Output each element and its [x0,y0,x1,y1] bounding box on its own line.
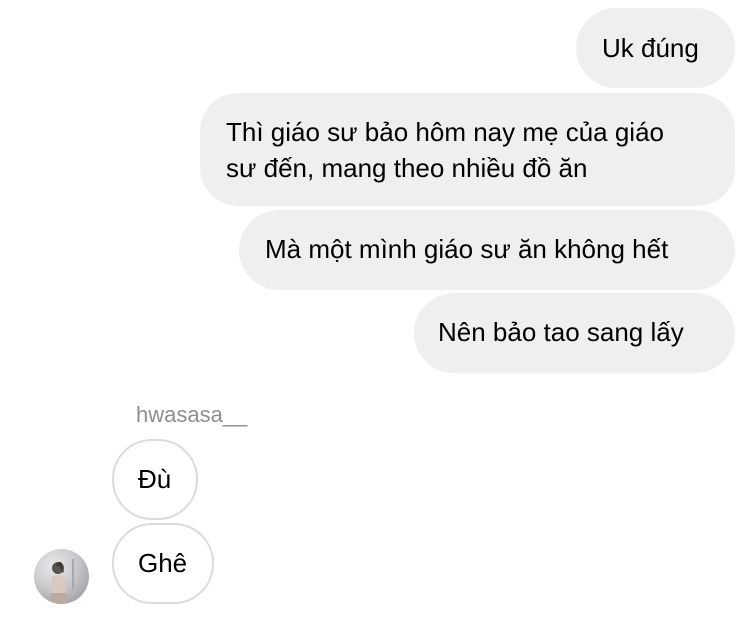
received-message-bubble[interactable]: Đù [112,439,198,520]
message-text: Mà một mình giáo sư ăn không hết [265,234,669,264]
sender-name: hwasasa__ [136,402,248,427]
sent-message-bubble[interactable]: Thì giáo sư bảo hôm nay mẹ của giáo sư đ… [200,93,735,206]
sent-message-bubble[interactable]: Nên bảo tao sang lấy [414,293,735,373]
message-text: Đù [138,464,172,494]
sent-message-bubble[interactable]: Mà một mình giáo sư ăn không hết [239,210,735,290]
message-text: Ghê [138,548,188,578]
sent-message-bubble[interactable]: Uk đúng [576,8,735,88]
message-text-line: Thì giáo sư bảo hôm nay mẹ của giáo [226,117,664,147]
avatar-photo-icon [48,559,74,604]
message-text: Nên bảo tao sang lấy [438,317,684,347]
received-message-bubble[interactable]: Ghê [112,523,214,604]
sender-avatar[interactable] [34,549,89,604]
message-text-line: sư đến, mang theo nhiều đồ ăn [226,153,588,183]
message-text: Uk đúng [602,33,699,63]
